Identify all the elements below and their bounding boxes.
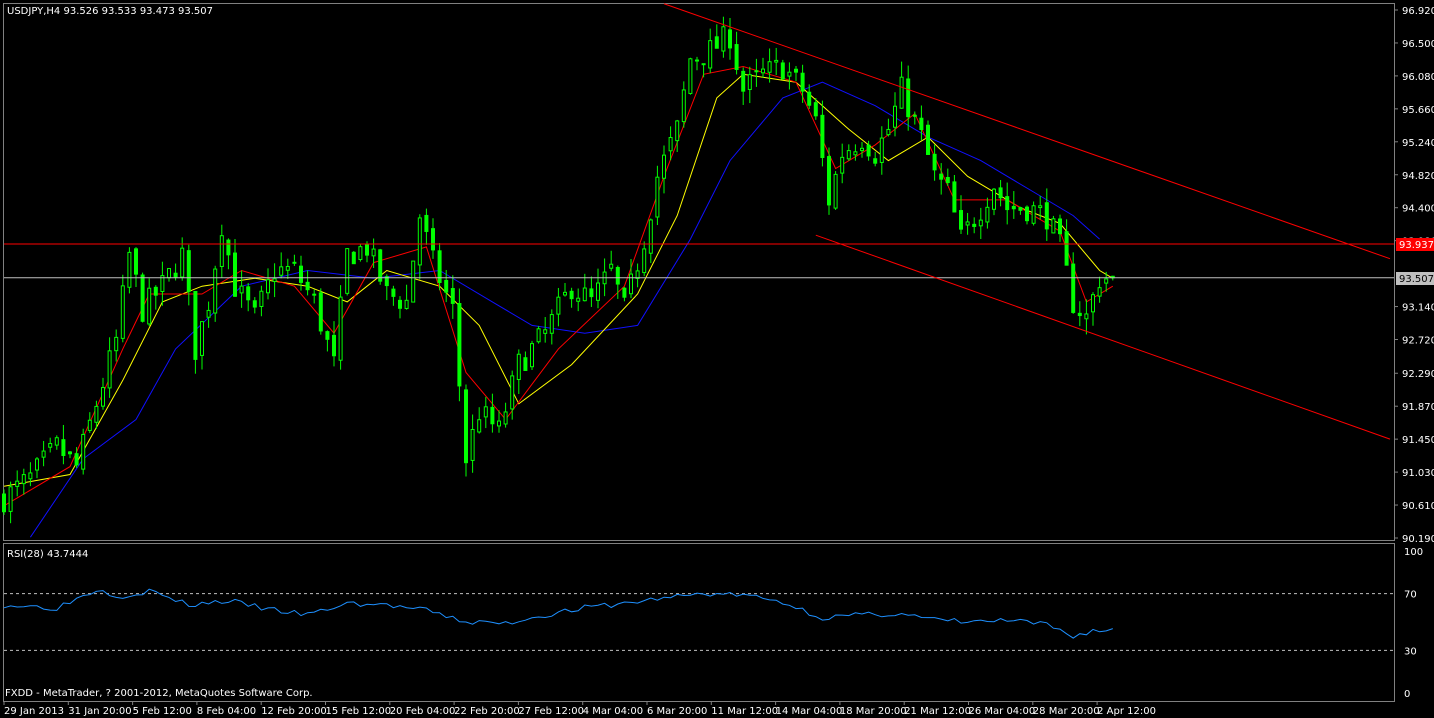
price-tick-label: 90.610 — [1402, 501, 1434, 512]
time-tick-label: 5 Feb 12:00 — [133, 706, 192, 717]
time-tick-label: 18 Mar 20:00 — [840, 706, 907, 717]
candle — [338, 285, 343, 370]
candle — [530, 340, 534, 371]
candle — [345, 248, 350, 296]
price-tick-label: 94.820 — [1402, 171, 1434, 182]
candle — [827, 147, 831, 215]
candle — [688, 57, 693, 95]
time-tick-label: 12 Feb 20:00 — [261, 706, 327, 717]
time-tick-label: 11 Mar 12:00 — [711, 706, 778, 717]
price-tick-label: 92.290 — [1402, 369, 1434, 380]
current-price-label: 93.507 — [1399, 274, 1434, 285]
time-tick-label: 27 Feb 12:00 — [518, 706, 584, 717]
candle — [81, 428, 86, 475]
copyright-text: FXDD - MetaTrader, ? 2001-2012, MetaQuot… — [5, 688, 313, 699]
time-tick-label: 29 Jan 2013 — [4, 706, 64, 717]
candle — [140, 272, 145, 323]
time-tick-label: 21 Mar 12:00 — [904, 706, 971, 717]
time-tick-label: 31 Jan 20:00 — [68, 706, 131, 717]
price-tick-label: 92.720 — [1402, 336, 1434, 347]
rsi-tick-label: 0 — [1404, 689, 1410, 700]
time-tick-label: 20 Feb 04:00 — [390, 706, 456, 717]
price-tick-label: 91.450 — [1402, 435, 1434, 446]
candle — [536, 326, 541, 344]
time-tick-label: 22 Feb 20:00 — [454, 706, 520, 717]
resistance-price-label: 93.937 — [1399, 240, 1434, 251]
chart-window: 96.920 96.500 96.080 95.660 95.240 94.820 94.4… — [0, 0, 1434, 718]
symbol-info: USDJPY,H4 93.526 93.533 93.473 93.507 — [7, 6, 213, 17]
price-tick-label: 91.870 — [1402, 402, 1434, 413]
time-tick-label: 8 Feb 04:00 — [197, 706, 256, 717]
candle — [411, 260, 416, 303]
time-tick-label: 28 Mar 20:00 — [1033, 706, 1100, 717]
time-tick-label: 14 Mar 04:00 — [776, 706, 843, 717]
price-tick-label: 90.190 — [1402, 534, 1434, 545]
candle — [127, 247, 132, 294]
candle — [358, 243, 363, 262]
candle — [378, 248, 383, 285]
rsi-tick-label: 30 — [1404, 646, 1417, 657]
price-tick-label: 95.240 — [1402, 138, 1434, 149]
candle — [213, 265, 218, 322]
price-tick-label: 93.140 — [1402, 303, 1434, 314]
rsi-tick-label: 100 — [1404, 547, 1423, 558]
rsi-tick-label: 70 — [1404, 590, 1417, 601]
price-tick-label: 91.030 — [1402, 468, 1434, 479]
candle — [318, 288, 323, 335]
candle — [351, 250, 356, 265]
time-tick-label: 26 Mar 04:00 — [969, 706, 1036, 717]
resistance-price-tag: 93.937 — [1396, 238, 1434, 251]
price-tick-label: 96.920 — [1402, 6, 1434, 17]
time-tick-label: 2 Apr 12:00 — [1097, 706, 1156, 717]
candle — [457, 288, 462, 402]
time-tick-label: 15 Feb 12:00 — [326, 706, 392, 717]
candle — [833, 171, 838, 210]
price-tick-label: 96.500 — [1402, 39, 1434, 50]
price-tick-label: 94.400 — [1402, 204, 1434, 215]
candle — [1051, 215, 1056, 234]
candle — [464, 384, 468, 477]
candle — [926, 120, 930, 155]
current-price-tag: 93.507 — [1396, 272, 1434, 285]
rsi-title: RSI(28) 43.7444 — [7, 549, 88, 560]
price-tick-label: 96.080 — [1402, 72, 1434, 83]
candle — [780, 59, 785, 80]
price-tick-label: 95.660 — [1402, 105, 1434, 116]
time-tick-label: 4 Mar 04:00 — [583, 706, 643, 717]
time-tick-label: 6 Mar 20:00 — [647, 706, 707, 717]
